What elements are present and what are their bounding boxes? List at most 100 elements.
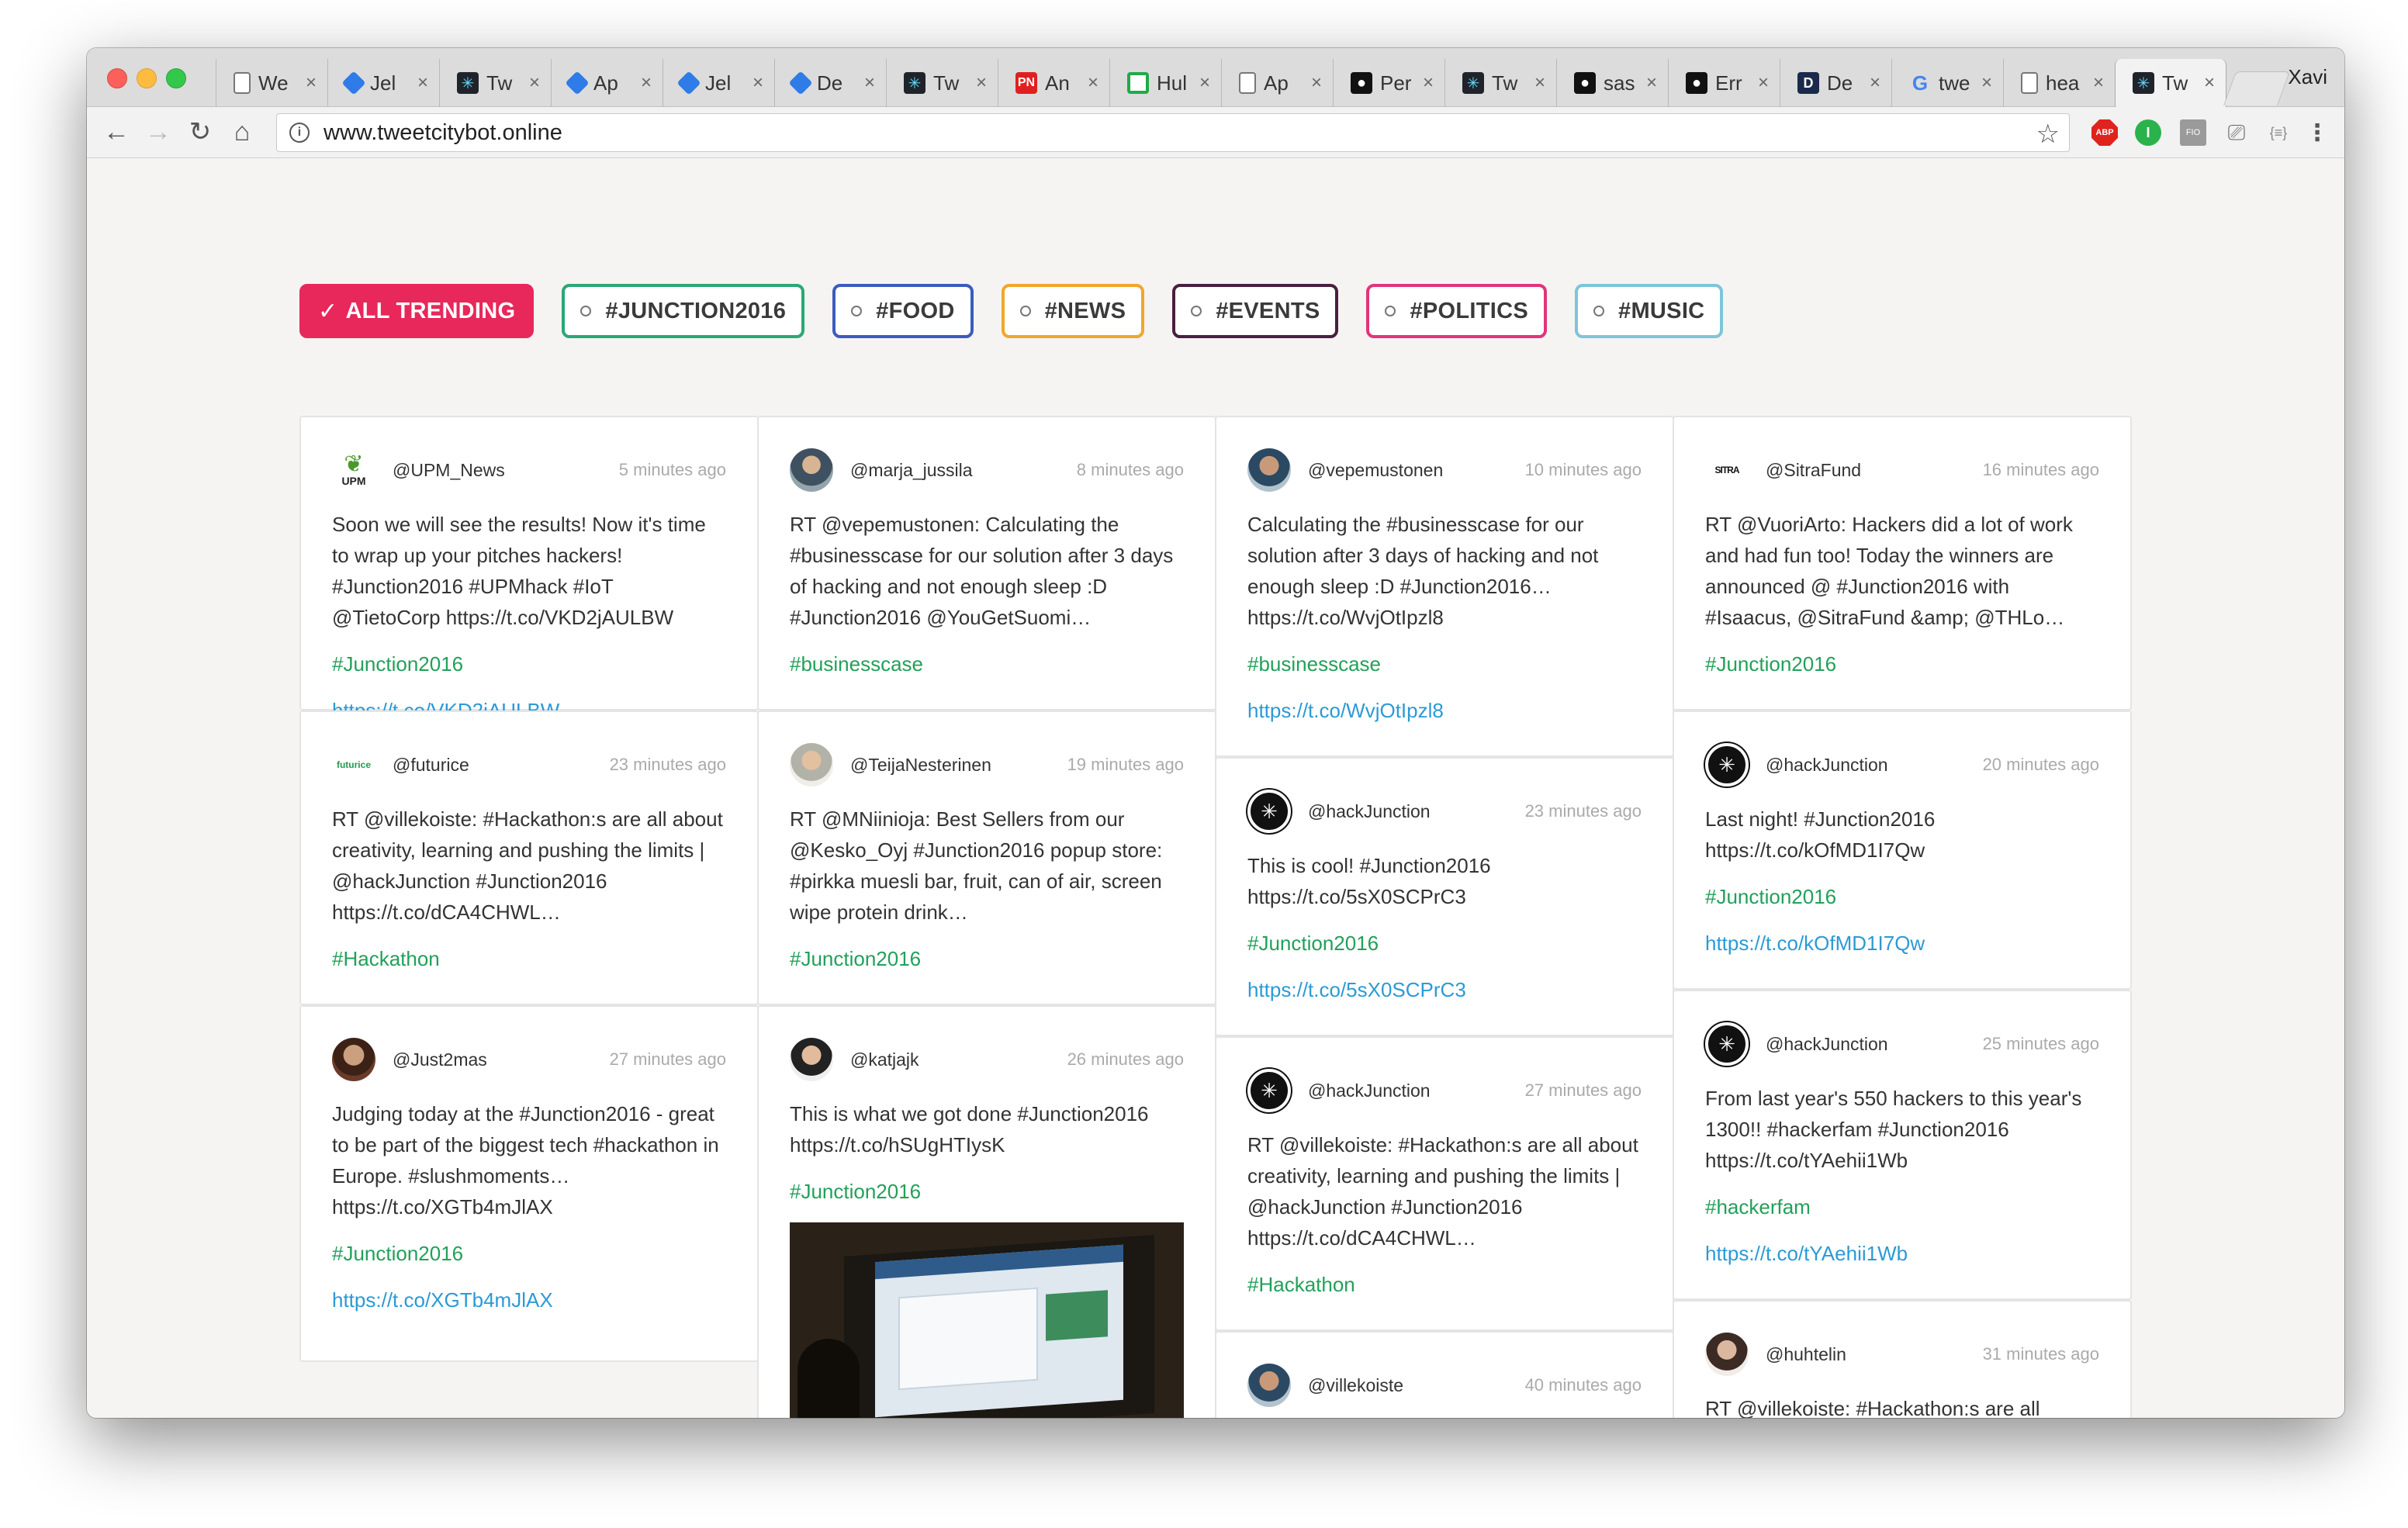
close-window-button[interactable]: [107, 68, 127, 88]
tweet-hashtag[interactable]: #businesscase: [790, 648, 1184, 679]
bookmark-star-icon[interactable]: ☆: [2036, 119, 2060, 150]
close-icon[interactable]: ×: [1423, 72, 1434, 94]
avatar[interactable]: [1247, 448, 1291, 492]
tweet-link[interactable]: https://t.co/5sX0SCPrC3: [1247, 974, 1642, 1005]
close-icon[interactable]: ×: [529, 72, 540, 94]
browser-tab[interactable]: D De ×: [1780, 59, 1891, 107]
tweet-card[interactable]: @villekoiste 40 minutes ago: [1215, 1331, 1674, 1418]
browser-tab[interactable]: Ap ×: [551, 59, 663, 107]
cast-icon[interactable]: ⎚: [2223, 119, 2250, 146]
tweet-link[interactable]: https://t.co/kOfMD1I7Qw: [1705, 928, 2099, 959]
tweet-hashtag[interactable]: #hackerfam: [1705, 1191, 2099, 1222]
tweet-card[interactable]: @huhtelin 31 minutes ago RT @villekoiste…: [1673, 1300, 2132, 1418]
browser-tab[interactable]: Ap ×: [1221, 59, 1333, 107]
avatar[interactable]: [790, 743, 833, 786]
tweet-handle[interactable]: @TeijaNesterinen: [850, 755, 1067, 776]
close-icon[interactable]: ×: [752, 72, 763, 94]
tweet-hashtag[interactable]: #Junction2016: [1247, 928, 1642, 959]
reload-icon[interactable]: ↻: [183, 115, 217, 149]
fio-icon[interactable]: FIO: [2180, 119, 2206, 146]
filter-news[interactable]: #NEWS: [1001, 284, 1145, 338]
filter-events[interactable]: #EVENTS: [1172, 284, 1339, 338]
futurice-logo-avatar[interactable]: futurice: [332, 743, 375, 786]
minimize-window-button[interactable]: [137, 68, 157, 88]
tweet-handle[interactable]: @hackJunction: [1766, 1034, 1983, 1055]
filter-all-trending[interactable]: ✓ ALL TRENDING: [299, 284, 535, 338]
tweet-handle[interactable]: @huhtelin: [1766, 1344, 1983, 1365]
tweet-hashtag[interactable]: #Hackathon: [332, 943, 726, 974]
hackjunction-logo-avatar[interactable]: ✳: [1705, 1022, 1749, 1066]
tweet-handle[interactable]: @hackJunction: [1766, 755, 1983, 776]
tweet-hashtag[interactable]: #Junction2016: [332, 648, 726, 679]
close-icon[interactable]: ×: [641, 72, 652, 94]
tweet-hashtag[interactable]: #businesscase: [1247, 648, 1642, 679]
upm-logo-avatar[interactable]: ❦ UPM: [332, 448, 375, 492]
browser-tab[interactable]: We ×: [216, 59, 327, 107]
home-icon[interactable]: ⌂: [225, 115, 259, 149]
hackjunction-logo-avatar[interactable]: ✳: [1247, 790, 1291, 833]
grammarly-icon[interactable]: I: [2135, 119, 2161, 146]
tweet-handle[interactable]: @SitraFund: [1766, 460, 1983, 481]
close-icon[interactable]: ×: [1199, 72, 1210, 94]
tweet-card[interactable]: ✳ @hackJunction 23 minutes ago This is c…: [1215, 757, 1674, 1036]
tweet-card[interactable]: ✳ @hackJunction 25 minutes ago From last…: [1673, 990, 2132, 1300]
new-tab-button[interactable]: [2223, 71, 2291, 105]
browser-tab[interactable]: Jel ×: [327, 59, 439, 107]
close-icon[interactable]: ×: [864, 72, 875, 94]
tweet-card[interactable]: @vepemustonen 10 minutes ago Calculating…: [1215, 416, 1674, 757]
avatar[interactable]: [1247, 1364, 1291, 1407]
close-icon[interactable]: ×: [1311, 72, 1322, 94]
close-icon[interactable]: ×: [306, 72, 317, 94]
close-icon[interactable]: ×: [1646, 72, 1657, 94]
tweet-card[interactable]: @Just2mas 27 minutes ago Judging today a…: [299, 1005, 759, 1362]
tweet-media-image[interactable]: [790, 1222, 1184, 1418]
tweet-hashtag[interactable]: #Junction2016: [790, 943, 1184, 974]
close-icon[interactable]: ×: [2204, 72, 2215, 94]
tweet-handle[interactable]: @marja_jussila: [850, 460, 1077, 481]
browser-tab[interactable]: Gtwe ×: [1891, 59, 2003, 107]
close-icon[interactable]: ×: [1981, 72, 1992, 94]
address-bar[interactable]: i www.tweetcitybot.online ☆: [276, 113, 2070, 152]
tweet-hashtag[interactable]: #Junction2016: [1705, 881, 2099, 912]
close-icon[interactable]: ×: [1870, 72, 1880, 94]
browser-tab[interactable]: ✳ Tw ×: [1444, 59, 1556, 107]
tweet-card[interactable]: futurice @futurice 23 minutes ago RT @vi…: [299, 710, 759, 1005]
tweet-card[interactable]: @katjajk 26 minutes ago This is what we …: [757, 1005, 1216, 1418]
tweet-handle[interactable]: @villekoiste: [1308, 1375, 1525, 1396]
browser-tab[interactable]: ✳ Tw ×: [886, 59, 998, 107]
hackjunction-logo-avatar[interactable]: ✳: [1247, 1069, 1291, 1112]
browser-tab-active[interactable]: ✳ Tw ×: [2115, 59, 2226, 107]
tweet-hashtag[interactable]: #Junction2016: [1705, 648, 2099, 679]
browser-tab[interactable]: De ×: [774, 59, 886, 107]
browser-tab[interactable]: hea ×: [2003, 59, 2115, 107]
tweet-link[interactable]: https://t.co/XGTb4mJlAX: [332, 1284, 726, 1315]
browser-tab[interactable]: ✳ Tw ×: [439, 59, 551, 107]
avatar[interactable]: [790, 1038, 833, 1081]
tweet-handle[interactable]: @hackJunction: [1308, 1080, 1525, 1101]
tweet-card[interactable]: ✳ @hackJunction 20 minutes ago Last nigh…: [1673, 710, 2132, 990]
tweet-link[interactable]: https://t.co/tYAehii1Wb: [1705, 1238, 2099, 1269]
sitra-logo-avatar[interactable]: SITRA: [1705, 448, 1749, 492]
tweet-handle[interactable]: @futurice: [393, 755, 610, 776]
tweet-handle[interactable]: @katjajk: [850, 1049, 1067, 1070]
tweet-card[interactable]: @marja_jussila 8 minutes ago RT @vepemus…: [757, 416, 1216, 710]
menu-dots-icon[interactable]: ⋮: [2304, 119, 2330, 146]
url-text[interactable]: www.tweetcitybot.online: [323, 120, 562, 146]
tweet-hashtag[interactable]: #Hackathon: [1247, 1269, 1642, 1300]
tweet-handle[interactable]: @vepemustonen: [1308, 460, 1525, 481]
forward-arrow-icon[interactable]: →: [141, 115, 175, 149]
browser-tab[interactable]: Hul ×: [1109, 59, 1221, 107]
browser-tab[interactable]: Jel ×: [663, 59, 774, 107]
tweet-hashtag[interactable]: #Junction2016: [332, 1238, 726, 1269]
filter-food[interactable]: #FOOD: [832, 284, 974, 338]
browser-tab[interactable]: ● Per ×: [1333, 59, 1444, 107]
maximize-window-button[interactable]: [166, 68, 186, 88]
filter-music[interactable]: #MUSIC: [1575, 284, 1724, 338]
browser-tab[interactable]: ● sas ×: [1556, 59, 1668, 107]
tweet-card[interactable]: ❦ UPM @UPM_News 5 minutes ago Soon we wil…: [299, 416, 759, 722]
avatar[interactable]: [790, 448, 833, 492]
json-viewer-icon[interactable]: {≡}: [2265, 119, 2292, 146]
hackjunction-logo-avatar[interactable]: ✳: [1705, 743, 1749, 786]
filter-politics[interactable]: #POLITICS: [1366, 284, 1548, 338]
close-icon[interactable]: ×: [1088, 72, 1098, 94]
